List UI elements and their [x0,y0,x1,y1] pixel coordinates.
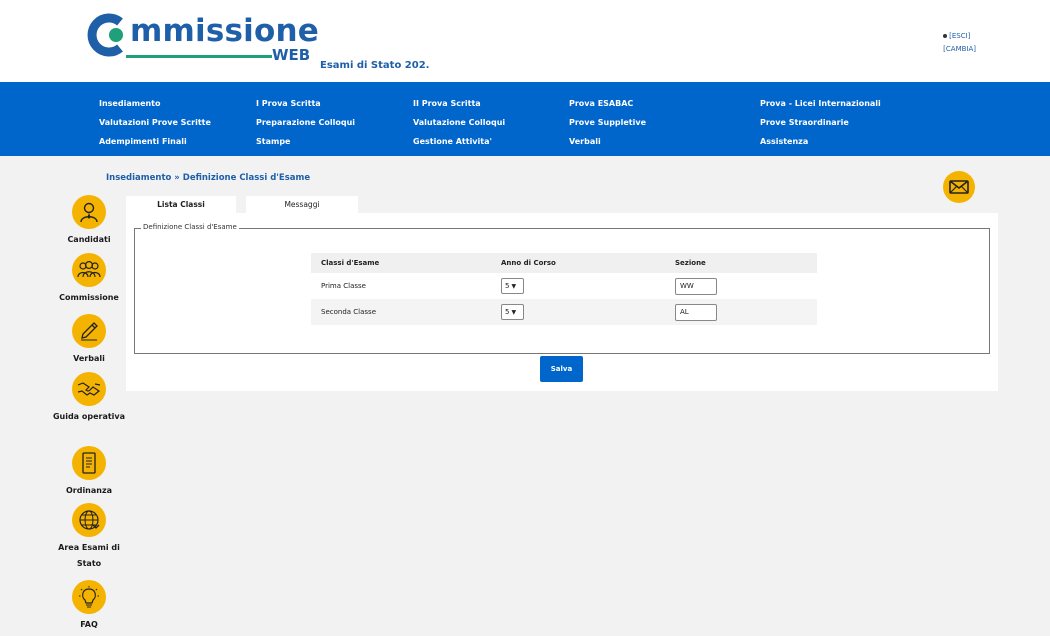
bullet-icon [943,34,948,38]
user-icon [72,195,106,229]
classe-name: Seconda Classe [321,308,376,316]
tab-messaggi[interactable]: Messaggi [246,196,358,213]
anno-select[interactable]: 5 ▼ [501,304,524,320]
classe-name: Prima Classe [321,282,366,290]
column-header-classi: Classi d'Esame [321,259,380,267]
nav-valutazione-colloqui[interactable]: Valutazione Colloqui [413,113,505,132]
nav-verbali[interactable]: Verbali [569,132,646,151]
save-button[interactable]: Salva [540,356,583,382]
logout-link[interactable]: [ESCI] [943,30,976,43]
nav-adempimenti-finali[interactable]: Adempimenti Finali [99,132,211,151]
classi-fieldset: Definizione Classi d'Esame Classi d'Esam… [134,223,990,354]
anno-cell: 5 ▼ [501,273,524,299]
envelope-icon [949,180,969,194]
main-navigation: Insediamento Valutazioni Prove Scritte A… [0,82,1050,156]
fieldset-legend: Definizione Classi d'Esame [141,223,239,231]
nav-ii-prova-scritta[interactable]: II Prova Scritta [413,94,505,113]
logo-web-text: WEB [272,46,311,64]
sidebar-item-label: FAQ [80,620,98,629]
chevron-down-icon: ▼ [511,282,517,290]
sezione-input[interactable] [675,303,717,321]
sidebar-item-label: Verbali [73,354,105,363]
chevron-down-icon: ▼ [511,308,517,316]
sidebar-item-label: Candidati [67,235,111,244]
logo-c-icon [87,13,123,57]
nav-stampe[interactable]: Stampe [256,132,355,151]
nav-column-3: II Prova Scritta Valutazione Colloqui Ge… [413,94,505,151]
nav-prove-straordinarie[interactable]: Prove Straordinarie [760,113,881,132]
logo-underline [126,55,272,58]
sezione-cell [675,299,717,325]
globe-icon [72,503,106,537]
sidebar-item-ordinanza[interactable]: Ordinanza [48,446,130,499]
table-row: Seconda Classe 5 ▼ [311,299,817,325]
document-icon [72,446,106,480]
group-icon [72,253,106,287]
sidebar-item-label: Commissione [59,293,119,302]
sidebar-item-label: Ordinanza [65,486,113,495]
commissione-web-logo[interactable]: mmissione WEB Esami di Stato 202. [86,12,429,76]
nav-prova-licei-internazionali[interactable]: Prova - Licei Internazionali [760,94,881,113]
column-header-sezione: Sezione [675,259,706,267]
table-row: Prima Classe 5 ▼ [311,273,817,299]
content-panel: Definizione Classi d'Esame Classi d'Esam… [126,213,998,391]
anno-cell: 5 ▼ [501,299,524,325]
nav-prova-esabac[interactable]: Prova ESABAC [569,94,646,113]
sidebar-item-label: Area Esami di Stato [58,543,120,568]
sezione-input[interactable] [675,277,717,295]
sidebar-item-verbali[interactable]: Verbali [48,314,130,367]
sidebar-item-label: Guida operativa [52,412,126,421]
handshake-icon [72,372,106,406]
header: mmissione WEB Esami di Stato 202. [ESCI]… [0,0,1050,82]
sidebar-item-guida-operativa[interactable]: Guida operativa [48,372,130,425]
sidebar-item-commissione[interactable]: Commissione [48,253,130,306]
change-role-link[interactable]: [CAMBIA] [943,43,976,56]
table-header-row: Classi d'Esame Anno di Corso Sezione [311,253,817,273]
classi-table: Classi d'Esame Anno di Corso Sezione Pri… [311,253,817,325]
sezione-cell [675,273,717,299]
nav-gestione-attivita[interactable]: Gestione Attivita' [413,132,505,151]
lightbulb-icon [72,580,106,614]
nav-column-4: Prova ESABAC Prove Suppletive Verbali [569,94,646,151]
nav-assistenza[interactable]: Assistenza [760,132,881,151]
logo-wordmark: mmissione [130,13,319,49]
nav-prove-suppletive[interactable]: Prove Suppletive [569,113,646,132]
sidebar-item-candidati[interactable]: Candidati [48,195,130,248]
nav-preparazione-colloqui[interactable]: Preparazione Colloqui [256,113,355,132]
session-links: [ESCI] [CAMBIA] [943,30,976,56]
nav-column-1: Insediamento Valutazioni Prove Scritte A… [99,94,211,151]
sidebar-item-area-esami-di-stato[interactable]: Area Esami di Stato [48,503,130,572]
nav-valutazioni-prove-scritte[interactable]: Valutazioni Prove Scritte [99,113,211,132]
anno-select[interactable]: 5 ▼ [501,278,524,294]
pencil-icon [72,314,106,348]
nav-insediamento[interactable]: Insediamento [99,94,211,113]
tab-lista-classi[interactable]: Lista Classi [126,196,236,213]
breadcrumb[interactable]: Insediamento » Definizione Classi d'Esam… [106,173,310,183]
app-subtitle: Esami di Stato 202. [320,60,430,71]
messages-button[interactable] [943,171,975,203]
nav-i-prova-scritta[interactable]: I Prova Scritta [256,94,355,113]
nav-column-2: I Prova Scritta Preparazione Colloqui St… [256,94,355,151]
column-header-anno: Anno di Corso [501,259,556,267]
nav-column-5: Prova - Licei Internazionali Prove Strao… [760,94,881,151]
sidebar-item-faq[interactable]: FAQ [48,580,130,633]
